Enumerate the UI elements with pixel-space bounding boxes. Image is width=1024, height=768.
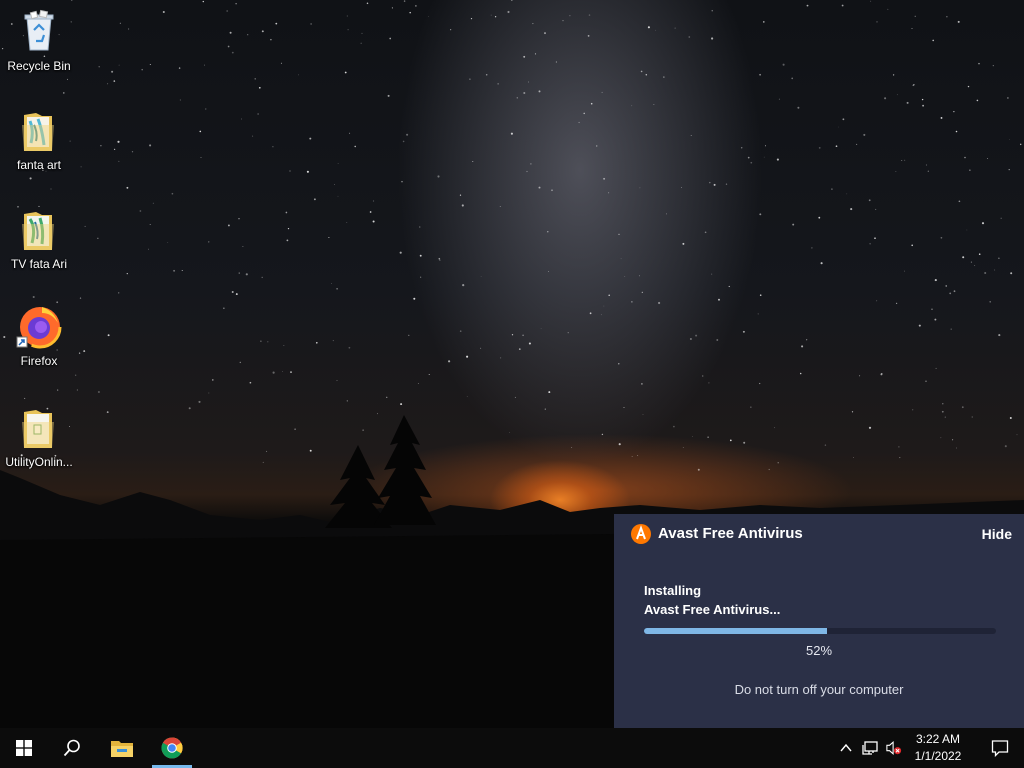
desktop-icon-label: UtilityOnlin... bbox=[5, 455, 73, 469]
chrome-icon bbox=[161, 737, 183, 759]
file-explorer-button[interactable] bbox=[98, 728, 146, 768]
folder-icon bbox=[16, 404, 62, 450]
desktop: Recycle Bin fanta art TV fata Ari Firefo… bbox=[0, 0, 1024, 728]
install-status-line1: Installing bbox=[644, 583, 702, 598]
chevron-up-icon bbox=[840, 743, 852, 752]
firefox-icon bbox=[16, 303, 62, 349]
search-icon bbox=[63, 739, 80, 757]
search-button[interactable] bbox=[48, 728, 96, 768]
network-icon bbox=[862, 741, 878, 755]
progress-bar bbox=[644, 628, 996, 634]
chrome-button[interactable] bbox=[148, 728, 196, 768]
install-status-line2: Avast Free Antivirus... bbox=[644, 602, 781, 617]
taskbar: 3:22 AM 1/1/2022 bbox=[0, 728, 1024, 768]
windows-start-icon bbox=[16, 740, 32, 756]
desktop-icon-utilityonline[interactable]: UtilityOnlin... bbox=[2, 404, 76, 482]
folder-icon bbox=[16, 206, 62, 252]
folder-icon bbox=[16, 107, 62, 153]
desktop-icon-label: Firefox bbox=[20, 354, 58, 368]
desktop-icon-tv-fata-ari[interactable]: TV fata Ari bbox=[2, 206, 76, 284]
clock-time: 3:22 AM bbox=[915, 732, 961, 746]
recycle-bin-icon bbox=[16, 8, 62, 54]
action-center-icon bbox=[991, 740, 1009, 757]
volume-button[interactable] bbox=[886, 740, 902, 756]
progress-percent: 52% bbox=[805, 643, 833, 658]
file-explorer-icon bbox=[111, 741, 133, 757]
desktop-icon-label: Recycle Bin bbox=[7, 59, 71, 73]
show-hidden-icons-button[interactable] bbox=[838, 740, 854, 756]
install-warning: Do not turn off your computer bbox=[734, 682, 904, 697]
avast-logo-icon bbox=[631, 524, 651, 544]
clock-date: 1/1/2022 bbox=[914, 749, 962, 763]
progress-bar-fill bbox=[644, 628, 828, 634]
clock[interactable]: 3:22 AM 1/1/2022 bbox=[906, 731, 970, 765]
desktop-icon-label: TV fata Ari bbox=[10, 257, 68, 271]
hide-button[interactable]: Hide bbox=[982, 526, 1012, 542]
volume-muted-icon bbox=[886, 741, 902, 755]
desktop-icon-recycle-bin[interactable]: Recycle Bin bbox=[2, 8, 76, 86]
desktop-icon-fanta-art[interactable]: fanta art bbox=[2, 107, 76, 185]
install-status: Installing Avast Free Antivirus... bbox=[644, 581, 780, 619]
avast-install-panel: Avast Free Antivirus Hide Installing Ava… bbox=[614, 514, 1024, 728]
action-center-button[interactable] bbox=[976, 728, 1024, 768]
network-button[interactable] bbox=[862, 740, 878, 756]
desktop-icon-firefox[interactable]: Firefox bbox=[2, 303, 76, 381]
avast-title: Avast Free Antivirus bbox=[658, 525, 803, 542]
desktop-icon-label: fanta art bbox=[16, 158, 62, 172]
start-button[interactable] bbox=[0, 728, 48, 768]
